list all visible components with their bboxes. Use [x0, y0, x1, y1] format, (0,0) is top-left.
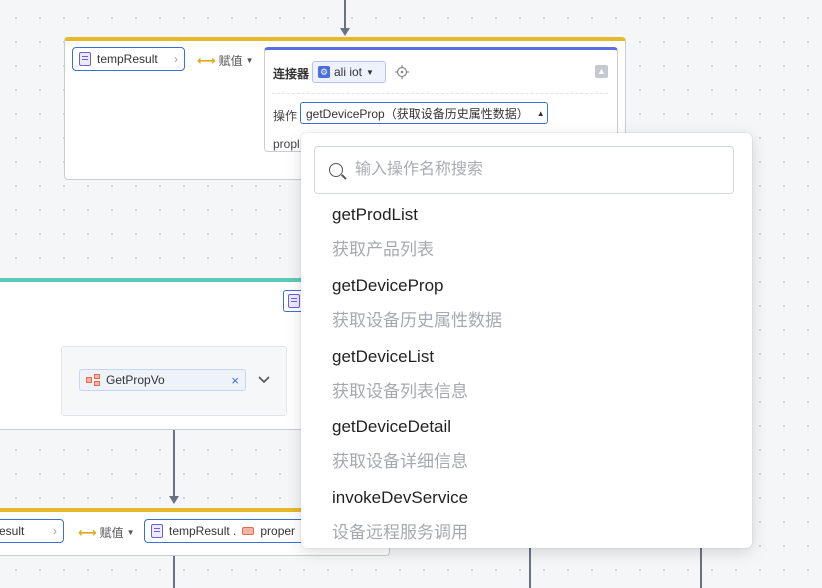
target-property: proper [260, 524, 296, 538]
variable-name: esult [0, 524, 25, 538]
operation-search-field[interactable] [314, 146, 734, 194]
chevron-down-icon[interactable] [257, 375, 271, 385]
property-icon [242, 527, 255, 535]
connector-label: 连接器 [273, 67, 310, 81]
top-connector-line [344, 0, 346, 30]
assign-label: 赋值 [99, 526, 124, 540]
assign-operator-dropdown[interactable]: ⟷ 赋值 ▼ [197, 52, 254, 69]
variable-icon [79, 52, 91, 66]
assign-label: 赋值 [218, 54, 243, 68]
option-getdeviceprop[interactable]: getDeviceProp [332, 273, 444, 299]
chevron-right-icon: › [53, 524, 57, 538]
operation-value: getDeviceProp（获取设备历史属性数据） [306, 106, 529, 121]
close-icon[interactable]: × [231, 373, 239, 388]
middle-connector-arrow [169, 496, 179, 504]
assign-arrow-icon: ⟷ [78, 524, 97, 540]
temp-result-variable-chip[interactable]: tempResult › [72, 47, 185, 71]
variable-icon [151, 524, 163, 538]
bottom-line-left [173, 556, 175, 588]
connector-value: ali iot [334, 65, 363, 79]
operation-search-input[interactable] [353, 160, 717, 180]
target-variable: tempResult . [169, 524, 237, 538]
option-getdevicedetail-desc[interactable]: 获取设备详细信息 [332, 449, 468, 475]
connector-divider [272, 93, 608, 94]
caret-up-icon: ▲ [536, 108, 545, 118]
collapse-icon[interactable]: ▲ [595, 65, 608, 78]
option-getdevicelist[interactable]: getDeviceList [332, 344, 434, 370]
option-invokedevservice-desc[interactable]: 设备远程服务调用 [332, 520, 468, 546]
caret-down-icon: ▼ [126, 528, 135, 537]
option-getprodlist[interactable]: getProdList [332, 202, 418, 228]
struct-type-chip[interactable]: GetPropVo × [79, 369, 246, 391]
operation-select[interactable]: getDeviceProp（获取设备历史属性数据） ▲ [300, 102, 548, 124]
search-icon [329, 163, 343, 177]
caret-down-icon: ▼ [366, 67, 374, 77]
target-property-chip[interactable]: tempResult . proper [144, 519, 314, 543]
struct-icon [86, 374, 100, 386]
connector-select[interactable]: ⚙ ali iot ▼ [312, 61, 386, 83]
option-getprodlist-desc[interactable]: 获取产品列表 [332, 237, 434, 263]
bottom-line-right [700, 548, 702, 588]
top-connector-arrow [340, 28, 350, 36]
option-getdevicedetail[interactable]: getDeviceDetail [332, 414, 451, 440]
result-variable-chip[interactable]: esult › [0, 519, 64, 543]
assign-operator-dropdown-bottom[interactable]: ⟷ 赋值 ▼ [78, 524, 135, 541]
option-invokedevservice[interactable]: invokeDevService [332, 485, 468, 511]
option-getdeviceprop-desc[interactable]: 获取设备历史属性数据 [332, 308, 502, 334]
connector-gear-icon: ⚙ [318, 66, 330, 78]
property-label-partial: propl [273, 137, 300, 151]
caret-down-icon: ▼ [245, 56, 254, 65]
variable-icon [288, 294, 300, 308]
middle-node-variable-chip-partial[interactable] [283, 290, 303, 312]
bottom-line-mid [529, 548, 531, 588]
assign-arrow-icon: ⟷ [197, 52, 216, 68]
operation-label: 操作 [273, 109, 298, 123]
locate-icon[interactable] [395, 65, 409, 79]
struct-type-name: GetPropVo [106, 373, 165, 387]
chevron-right-icon: › [174, 52, 178, 66]
operation-dropdown-panel: getProdList 获取产品列表 getDeviceProp 获取设备历史属… [301, 133, 752, 548]
option-getdevicelist-desc[interactable]: 获取设备列表信息 [332, 379, 468, 405]
variable-name: tempResult [97, 52, 158, 66]
